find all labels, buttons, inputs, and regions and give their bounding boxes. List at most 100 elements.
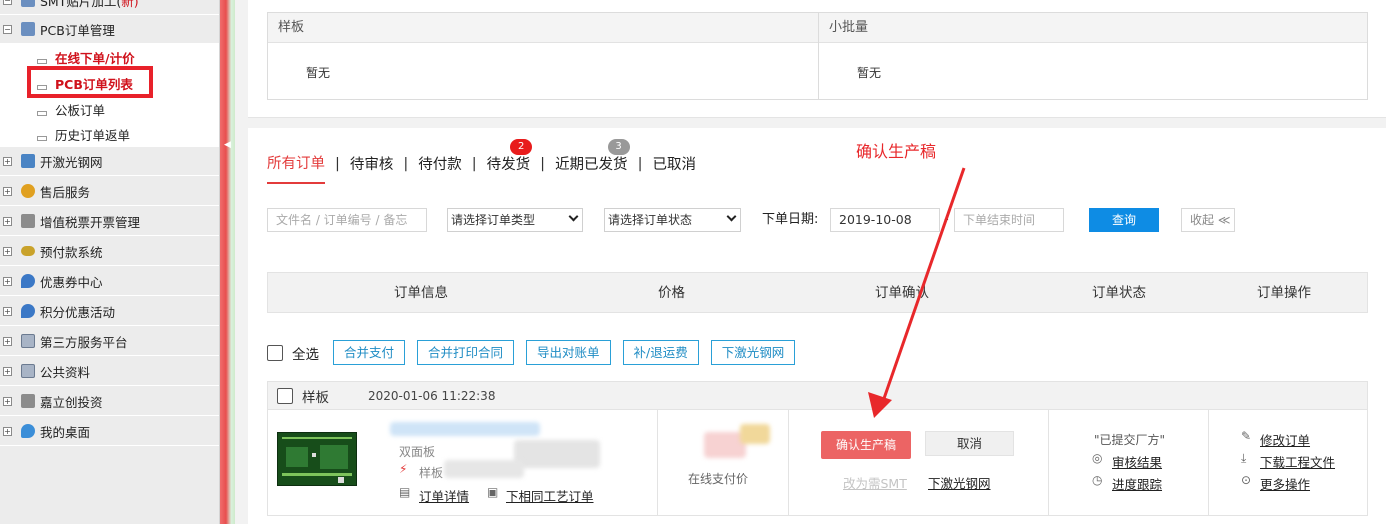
cancel-button[interactable]: 取消 xyxy=(925,431,1014,456)
expand-icon[interactable]: + xyxy=(3,246,12,256)
more-icon: ⊙ xyxy=(1241,473,1252,487)
pcb-icon xyxy=(21,22,35,36)
check-circle-icon: ◎ xyxy=(1092,451,1103,465)
blurred-spec xyxy=(514,440,600,468)
search-input[interactable]: 文件名 / 订单编号 / 备忘 xyxy=(267,208,427,232)
sidebar-item-coupon[interactable]: + 优惠券中心 xyxy=(0,267,219,296)
order-detail-link[interactable]: 订单详情 xyxy=(419,486,469,505)
laser-stencil-link[interactable]: 下激光钢网 xyxy=(928,473,991,492)
small-batch-title: 小批量 xyxy=(819,13,1367,43)
order-checkbox[interactable] xyxy=(277,387,293,404)
sidebar-item-laser-stencil[interactable]: + 开激光钢网 xyxy=(0,147,219,176)
tab-all-orders[interactable]: 所有订单 xyxy=(267,152,325,184)
sidebar-sub-public-board[interactable]: 公板订单 xyxy=(0,96,219,122)
select-all-label: 全选 xyxy=(292,346,319,363)
sidebar-item-public-info[interactable]: + 公共资料 xyxy=(0,357,219,386)
order-info-cell: 双面板 ⚡ 样板 ▤ 订单详情 ▣ 下相同工艺订单 xyxy=(268,410,658,515)
main-content: 样板 暂无 小批量 暂无 所有订单 | 待审核 | 待付款 | 待发货 2 | … xyxy=(235,0,1386,524)
select-all-checkbox[interactable] xyxy=(267,344,283,361)
collapse-button[interactable]: 收起 ≪ xyxy=(1181,208,1235,232)
document-icon: ▤ xyxy=(399,485,411,499)
order-status-select[interactable]: 请选择订单状态 xyxy=(604,208,741,232)
sidebar-item-after-sales[interactable]: + 售后服务 xyxy=(0,177,219,206)
expand-icon[interactable]: − xyxy=(3,0,12,5)
collapse-arrow-icon[interactable]: ◀ xyxy=(224,140,231,150)
collapse-icon[interactable]: − xyxy=(3,24,12,34)
start-date-input[interactable]: 2019-10-08 xyxy=(830,208,940,232)
price-cell: 在线支付价 xyxy=(658,410,789,515)
sidebar-splitter[interactable]: ◀ xyxy=(220,0,235,524)
sidebar-item-pcb-orders[interactable]: − PCB订单管理 xyxy=(0,15,219,44)
sidebar-item-label: 积分优惠活动 xyxy=(40,304,116,320)
order-header: 样板 2020-01-06 11:22:38 xyxy=(268,382,1367,410)
merge-print-contract-button[interactable]: 合并打印合同 xyxy=(417,340,515,365)
document-icon xyxy=(21,394,35,408)
stencil-icon xyxy=(21,154,35,168)
tree-node-icon xyxy=(37,110,47,116)
laser-stencil-button[interactable]: 下激光钢网 xyxy=(710,340,796,365)
blurred-spec xyxy=(444,460,524,478)
progress-tracking-link[interactable]: 进度跟踪 xyxy=(1112,474,1162,493)
sidebar-item-invoice[interactable]: + 增值税票开票管理 xyxy=(0,207,219,236)
status-cell: "已提交厂方" ◎ 审核结果 ◷ 进度跟踪 xyxy=(1049,410,1209,515)
order-card: 样板 2020-01-06 11:22:38 双面板 ⚡ 样板 ▤ 订单详情 ▣… xyxy=(267,381,1368,516)
tab-pending-payment[interactable]: 待付款 xyxy=(418,153,462,183)
switch-to-smt-link[interactable]: 改为需SMT xyxy=(843,473,907,492)
expand-icon[interactable]: + xyxy=(3,336,12,346)
expand-icon[interactable]: + xyxy=(3,186,12,196)
query-button[interactable]: 查询 xyxy=(1089,208,1159,232)
blurred-price xyxy=(740,424,770,444)
expand-icon[interactable]: + xyxy=(3,396,12,406)
shipping-adjust-button[interactable]: 补/退运费 xyxy=(622,340,699,365)
sidebar-item-label: 预付款系统 xyxy=(40,244,103,260)
sidebar-item-investment[interactable]: + 嘉立创投资 xyxy=(0,387,219,416)
pcb-thumbnail[interactable] xyxy=(277,432,357,486)
tab-separator: | xyxy=(637,155,643,172)
modify-order-link[interactable]: 修改订单 xyxy=(1260,430,1310,449)
tab-cancelled[interactable]: 已取消 xyxy=(652,153,696,183)
merge-pay-button[interactable]: 合并支付 xyxy=(333,340,406,365)
expand-icon[interactable]: + xyxy=(3,276,12,286)
sample-value: 暂无 xyxy=(306,66,331,80)
sidebar-item-label: SMT贴片加工(新) xyxy=(40,0,139,9)
review-result-link[interactable]: 审核结果 xyxy=(1112,452,1162,471)
order-type-select[interactable]: 请选择订单类型 xyxy=(447,208,583,232)
sidebar-item-points[interactable]: + 积分优惠活动 xyxy=(0,297,219,326)
sidebar-item-prepayment[interactable]: + 预付款系统 xyxy=(0,237,219,266)
table-header: 订单信息 价格 订单确认 订单状态 订单操作 xyxy=(267,272,1368,313)
tab-pending-shipment[interactable]: 待发货 2 xyxy=(486,139,533,183)
confirm-cell: 确认生产稿 取消 改为需SMT 下激光钢网 xyxy=(789,410,1049,515)
date-dash: - xyxy=(944,212,949,227)
blurred-filename xyxy=(390,422,540,436)
download-files-link[interactable]: 下载工程文件 xyxy=(1260,452,1335,471)
sidebar-item-label: 我的桌面 xyxy=(40,424,91,440)
expand-icon[interactable]: + xyxy=(3,156,12,166)
batch-actions: 全选 合并支付 合并打印合同 导出对账单 补/退运费 下激光钢网 xyxy=(267,340,807,365)
expand-icon[interactable]: + xyxy=(3,216,12,226)
sidebar-item-desktop[interactable]: + 我的桌面 xyxy=(0,417,219,446)
same-process-order-link[interactable]: 下相同工艺订单 xyxy=(506,486,594,505)
date-label: 下单日期: xyxy=(762,212,819,227)
sidebar-item-label: 开激光钢网 xyxy=(40,154,103,170)
sidebar-sub-history-reorder[interactable]: 历史订单返单 xyxy=(0,122,219,147)
order-type-value: 请选择订单类型 xyxy=(451,213,536,227)
confirm-production-button[interactable]: 确认生产稿 xyxy=(821,431,911,459)
tab-recently-shipped[interactable]: 近期已发货 3 xyxy=(555,139,630,183)
tab-label: 待发货 xyxy=(486,157,531,173)
sidebar-item-third-party[interactable]: + 第三方服务平台 xyxy=(0,327,219,356)
download-icon: ⤓ xyxy=(1241,451,1247,465)
tree-node-icon xyxy=(37,58,47,64)
expand-icon[interactable]: + xyxy=(3,366,12,376)
sidebar-item-label: 售后服务 xyxy=(40,184,91,200)
expand-icon[interactable]: + xyxy=(3,426,12,436)
sidebar-item-smt[interactable]: − SMT贴片加工(新) xyxy=(0,0,219,15)
end-date-input[interactable]: 下单结束时间 xyxy=(954,208,1064,232)
export-statement-button[interactable]: 导出对账单 xyxy=(526,340,611,365)
orders-panel: 所有订单 | 待审核 | 待付款 | 待发货 2 | 近期已发货 3 | 已取消… xyxy=(248,128,1386,524)
tab-pending-review[interactable]: 待审核 xyxy=(350,153,394,183)
edit-icon: ✎ xyxy=(1241,429,1252,443)
order-tag: 样板 xyxy=(419,466,444,480)
expand-icon[interactable]: + xyxy=(3,306,12,316)
more-actions-link[interactable]: 更多操作 xyxy=(1260,474,1310,493)
sidebar-item-label: PCB订单管理 xyxy=(40,22,115,38)
